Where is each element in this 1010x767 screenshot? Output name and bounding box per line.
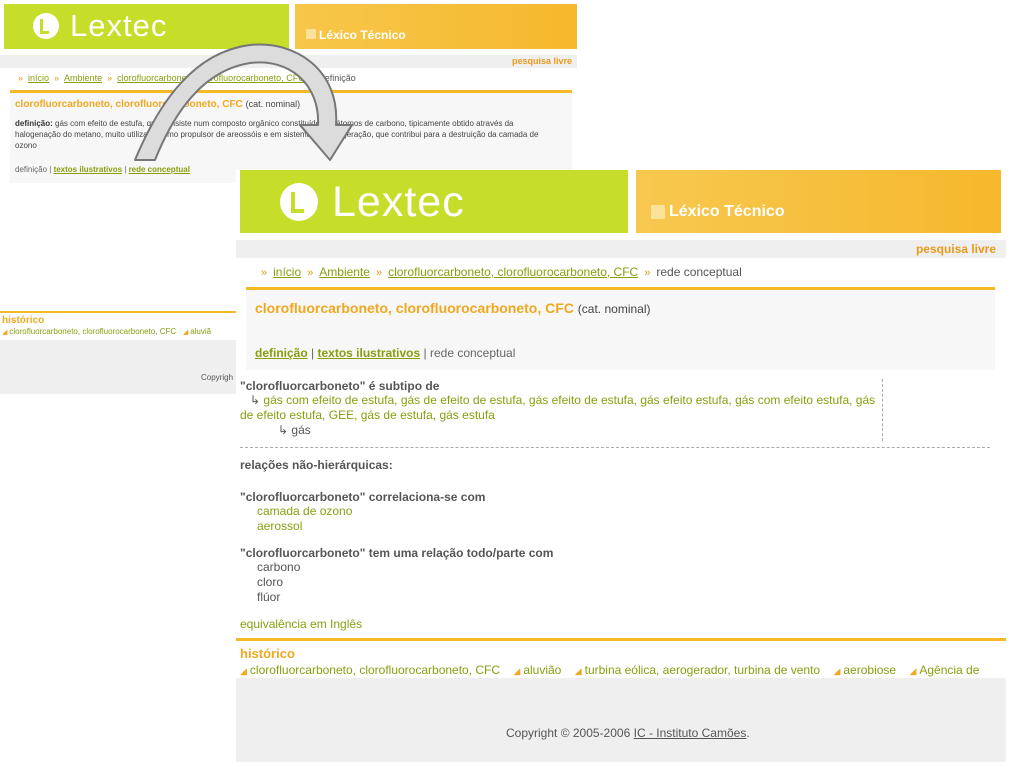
lextec-logo-icon xyxy=(280,183,318,221)
part-whole-group: "clorofluorcarboneto" tem uma relação to… xyxy=(240,546,996,605)
subtype-parent: ↳ gás com efeito de estufa, gás de efeit… xyxy=(240,393,882,423)
correlated-concept-link[interactable]: aerossol xyxy=(240,519,996,534)
breadcrumb-separator-icon: » xyxy=(54,73,60,83)
english-equivalence-link[interactable]: equivalência em Inglês xyxy=(240,617,996,631)
term-title: clorofluorcarboneto, clorofluorocarbonet… xyxy=(15,99,300,110)
search-bar xyxy=(0,55,577,68)
tab-definition[interactable]: definição xyxy=(255,346,308,360)
triangle-bullet-icon: ◢ xyxy=(2,329,8,336)
free-search-link[interactable]: pesquisa livre xyxy=(512,56,572,66)
correlation-label: "clorofluorcarboneto" correlaciona-se co… xyxy=(240,490,486,504)
definition: definição: gás com efeito de estufa, que… xyxy=(15,118,555,151)
square-bullet-icon xyxy=(306,29,316,39)
current-page-screenshot: Lextec Léxico Técnico pesquisa livre » in… xyxy=(236,170,1006,762)
free-search-link[interactable]: pesquisa livre xyxy=(916,242,996,256)
history-title: histórico xyxy=(2,315,45,326)
history-divider xyxy=(236,638,1006,641)
breadcrumb-category-link[interactable]: Ambiente xyxy=(64,73,102,83)
square-bullet-icon xyxy=(651,205,665,219)
breadcrumb-separator-icon: » xyxy=(307,267,314,279)
breadcrumb-separator-icon: » xyxy=(375,267,383,279)
breadcrumb-current: rede conceptual xyxy=(656,265,742,279)
triangle-bullet-icon: ◢ xyxy=(240,666,247,676)
breadcrumb-term-link[interactable]: clorofluorcarboneto, clorofluorocarbonet… xyxy=(388,265,638,279)
tab-illustrative-texts[interactable]: textos ilustrativos xyxy=(54,165,122,174)
term-category: (cat. nominal) xyxy=(245,99,301,109)
tab-concept-network[interactable]: rede conceptual xyxy=(129,165,190,174)
term-name: clorofluorcarboneto, clorofluorocarbonet… xyxy=(15,99,243,110)
footer xyxy=(236,678,1006,762)
term-category: (cat. nominal) xyxy=(577,302,651,316)
subtype-section: "clorofluorcarboneto" é subtipo de ↳ gás… xyxy=(240,379,883,441)
grandparent-concept: gás xyxy=(291,423,311,437)
breadcrumb-home-link[interactable]: início xyxy=(28,73,49,83)
definition-label: definição: xyxy=(15,119,53,128)
tab-definition: definição xyxy=(15,165,48,174)
triangle-bullet-icon: ◢ xyxy=(574,666,582,676)
breadcrumb: » início » Ambiente » clorofluorcarboneto, cl… xyxy=(13,73,356,83)
history-item[interactable]: aerobiose xyxy=(843,663,896,677)
header-title-panel xyxy=(636,170,1001,233)
copyright-text: Copyrigh xyxy=(201,373,234,382)
history-item[interactable]: aluvião xyxy=(523,663,561,677)
breadcrumb-separator-icon: » xyxy=(18,73,24,83)
breadcrumb-separator-icon: » xyxy=(309,73,315,83)
lextec-logo-text[interactable]: Lextec xyxy=(332,178,465,227)
history-item[interactable]: clorofluorcarboneto, clorofluorocarbonet… xyxy=(250,663,500,677)
breadcrumb-term-link[interactable]: clorofluorcarboneto, clorofluorocarbonet… xyxy=(117,73,305,83)
hierarchy-arrow-icon: ↳ xyxy=(250,393,261,407)
site-title: Léxico Técnico xyxy=(669,203,785,220)
search-bar xyxy=(236,240,1006,258)
view-tabs: definição | textos ilustrativos | rede c… xyxy=(255,346,516,360)
breadcrumb-category-link[interactable]: Ambiente xyxy=(319,265,370,279)
history-item[interactable]: Agência de xyxy=(919,663,979,677)
breadcrumb-separator-icon: » xyxy=(261,267,268,279)
subtype-label: "clorofluorcarboneto" é subtipo de xyxy=(240,379,440,393)
section-divider xyxy=(240,447,990,448)
breadcrumb-separator-icon: » xyxy=(644,267,651,279)
site-title: Léxico Técnico xyxy=(319,28,406,42)
history-item[interactable]: turbina eólica, aerogerador, turbina de … xyxy=(585,663,821,677)
history-list: ◢ clorofluorcarboneto, clorofluorocarbone… xyxy=(240,663,989,677)
copyright-text: Copyright © 2005-2006 xyxy=(506,726,631,740)
concept-network: "clorofluorcarboneto" é subtipo de ↳ gás… xyxy=(240,379,996,631)
header-title-panel xyxy=(295,4,577,49)
correlation-group: "clorofluorcarboneto" correlaciona-se co… xyxy=(240,490,996,534)
nonhierarchical-label: relações não-hierárquicas: xyxy=(240,458,393,472)
term-name: clorofluorcarboneto, clorofluorocarbonet… xyxy=(255,300,574,316)
definition-text: gás com efeito de estufa, que consiste n… xyxy=(15,119,539,150)
lextec-logo-text[interactable]: Lextec xyxy=(70,8,167,44)
triangle-bullet-icon: ◢ xyxy=(182,329,189,336)
lextec-logo-icon xyxy=(33,13,59,39)
history-item[interactable]: clorofluorcarboneto, clorofluorocarbonet… xyxy=(9,327,176,336)
copyright: Copyright © 2005-2006 IC - Instituto Cam… xyxy=(506,726,750,740)
tab-concept-network: rede conceptual xyxy=(429,346,516,360)
copyright-period: . xyxy=(746,726,750,740)
parent-concept-link[interactable]: gás com efeito de estufa, gás de efeito … xyxy=(240,393,875,422)
history-item[interactable]: aluviã xyxy=(190,327,211,336)
part-whole-label: "clorofluorcarboneto" tem uma relação to… xyxy=(240,546,554,560)
breadcrumb-separator-icon: » xyxy=(107,73,113,83)
breadcrumb-home-link[interactable]: início xyxy=(273,265,301,279)
triangle-bullet-icon: ◢ xyxy=(909,666,917,676)
view-tabs: definição | textos ilustrativos | rede c… xyxy=(15,165,190,174)
subtype-grandparent: ↳ gás xyxy=(278,423,882,437)
history-list: ◢ clorofluorcarboneto, clorofluorocarbone… xyxy=(2,327,211,336)
hierarchy-arrow-icon: ↳ xyxy=(278,423,289,437)
part-concept: cloro xyxy=(257,575,284,589)
term-title: clorofluorcarboneto, clorofluorocarbonet… xyxy=(255,300,651,316)
part-concept: flúor xyxy=(257,590,281,604)
triangle-bullet-icon: ◢ xyxy=(833,666,841,676)
instituto-camoes-link[interactable]: IC - Instituto Camões xyxy=(634,726,747,740)
part-concept: carbono xyxy=(257,560,301,574)
triangle-bullet-icon: ◢ xyxy=(513,666,521,676)
tab-illustrative-texts[interactable]: textos ilustrativos xyxy=(317,346,420,360)
breadcrumb-current: definição xyxy=(319,73,356,83)
history-title: histórico xyxy=(240,646,295,661)
correlated-concept-link[interactable]: camada de ozono xyxy=(240,504,996,519)
breadcrumb: » início » Ambiente » clorofluorcarboneto, cl… xyxy=(255,265,742,279)
